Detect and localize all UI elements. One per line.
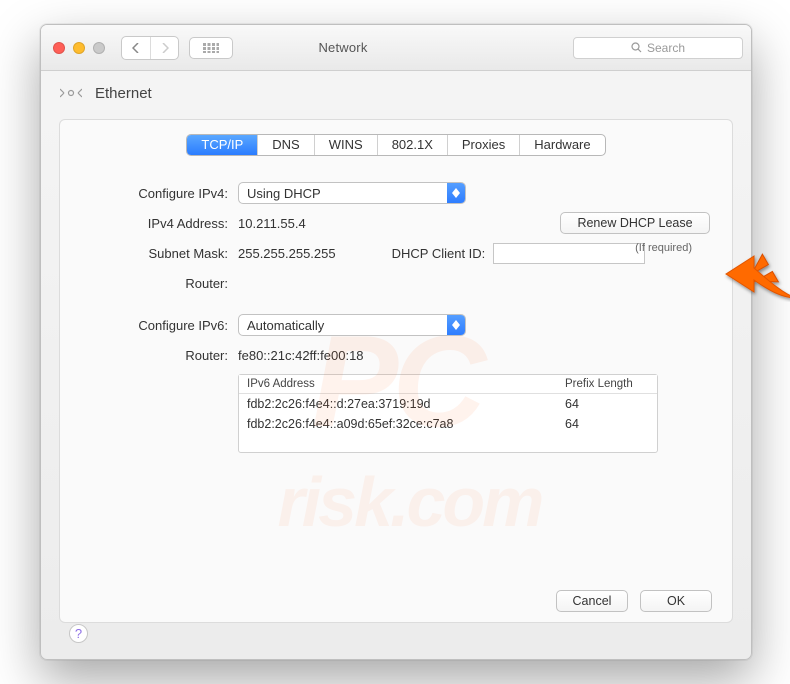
router-ipv6-label: Router: bbox=[78, 348, 228, 363]
tab-dns[interactable]: DNS bbox=[257, 135, 313, 155]
ipv4-address-label: IPv4 Address: bbox=[78, 216, 228, 231]
configure-ipv6-select[interactable]: Automatically bbox=[238, 314, 466, 336]
configure-ipv4-select[interactable]: Using DHCP bbox=[238, 182, 466, 204]
ipv4-address-value: 10.211.55.4 bbox=[238, 216, 306, 231]
renew-dhcp-lease-button[interactable]: Renew DHCP Lease bbox=[560, 212, 710, 234]
dialog-buttons: Cancel OK bbox=[556, 590, 712, 612]
configure-ipv4-label: Configure IPv4: bbox=[78, 186, 228, 201]
cancel-button[interactable]: Cancel bbox=[556, 590, 628, 612]
configure-ipv6-value: Automatically bbox=[247, 318, 324, 333]
tab-hardware[interactable]: Hardware bbox=[519, 135, 604, 155]
subnet-mask-label: Subnet Mask: bbox=[78, 246, 228, 261]
ethernet-icon bbox=[59, 81, 83, 105]
tab-proxies[interactable]: Proxies bbox=[447, 135, 519, 155]
tab-wins[interactable]: WINS bbox=[314, 135, 377, 155]
settings-panel: PC risk.com TCP/IP DNS WINS 802.1X Proxi… bbox=[59, 119, 733, 623]
search-placeholder: Search bbox=[647, 41, 685, 55]
router-ipv6-value: fe80::21c:42ff:fe00:18 bbox=[238, 348, 364, 363]
tab-8021x[interactable]: 802.1X bbox=[377, 135, 447, 155]
search-field[interactable]: Search bbox=[573, 37, 743, 59]
ok-button[interactable]: OK bbox=[640, 590, 712, 612]
router-ipv4-label: Router: bbox=[78, 276, 228, 291]
table-header: IPv6 Address Prefix Length bbox=[239, 375, 657, 394]
titlebar: Network Search bbox=[41, 25, 751, 71]
dhcp-client-id-label: DHCP Client ID: bbox=[392, 246, 486, 261]
configure-ipv6-label: Configure IPv6: bbox=[78, 318, 228, 333]
sub-header: Ethernet bbox=[41, 71, 751, 115]
zoom-window-button[interactable] bbox=[93, 42, 105, 54]
dhcp-client-id-input[interactable] bbox=[493, 243, 645, 264]
ipv6-address-table: IPv6 Address Prefix Length fdb2:2c26:f4e… bbox=[238, 374, 658, 453]
table-row[interactable]: fdb2:2c26:f4e4::d:27ea:3719:19d 64 bbox=[239, 394, 657, 414]
dhcp-if-required-hint: (If required) bbox=[635, 242, 692, 254]
interface-name: Ethernet bbox=[95, 85, 152, 102]
watermark: risk.com bbox=[277, 462, 541, 542]
ipv6-address-cell: fdb2:2c26:f4e4::a09d:65ef:32ce:c7a8 bbox=[239, 414, 557, 434]
configure-ipv4-value: Using DHCP bbox=[247, 186, 321, 201]
help-button[interactable]: ? bbox=[69, 624, 88, 643]
window-controls bbox=[53, 42, 105, 54]
minimize-window-button[interactable] bbox=[73, 42, 85, 54]
table-row[interactable]: fdb2:2c26:f4e4::a09d:65ef:32ce:c7a8 64 bbox=[239, 414, 657, 434]
tab-tcpip[interactable]: TCP/IP bbox=[187, 135, 257, 155]
chevron-updown-icon bbox=[447, 315, 465, 335]
subnet-mask-value: 255.255.255.255 bbox=[238, 246, 336, 261]
tab-bar: TCP/IP DNS WINS 802.1X Proxies Hardware bbox=[186, 134, 605, 156]
chevron-updown-icon bbox=[447, 183, 465, 203]
window-title: Network bbox=[123, 40, 563, 55]
prefix-length-cell: 64 bbox=[557, 414, 657, 434]
prefix-length-cell: 64 bbox=[557, 394, 657, 414]
network-preferences-window: Network Search Ethernet PC risk.com TCP/… bbox=[40, 24, 752, 660]
search-icon bbox=[631, 42, 642, 53]
col-prefix-length: Prefix Length bbox=[557, 375, 657, 393]
col-ipv6-address: IPv6 Address bbox=[239, 375, 557, 393]
ipv6-address-cell: fdb2:2c26:f4e4::d:27ea:3719:19d bbox=[239, 394, 557, 414]
close-window-button[interactable] bbox=[53, 42, 65, 54]
tcpip-form: Configure IPv4: Using DHCP IPv4 Address:… bbox=[78, 178, 714, 453]
